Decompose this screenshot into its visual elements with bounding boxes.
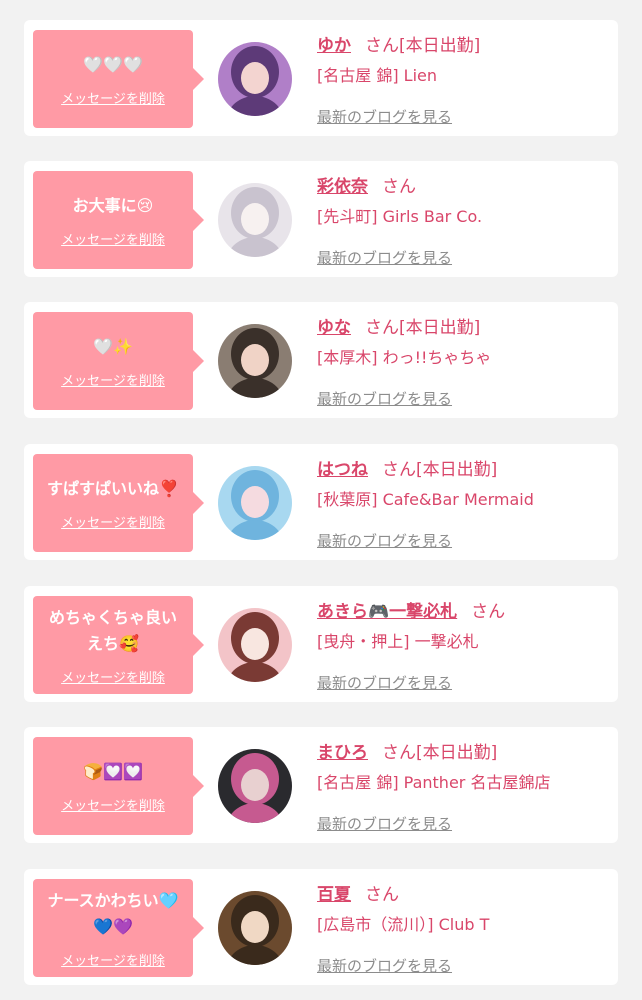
delete-message-link[interactable]: メッセージを削除 bbox=[61, 950, 165, 969]
honorific: さん bbox=[365, 36, 399, 56]
cast-info: まひろ さん[本日出勤] [名古屋 錦] Panther 名古屋錦店 最新のブログ… bbox=[317, 739, 613, 833]
avatar[interactable] bbox=[218, 42, 292, 116]
honorific: さん bbox=[382, 743, 416, 763]
message-card: すぱすぱいいね❣️ メッセージを削除 はつね さん[本日出勤] [秋葉原] Caf… bbox=[24, 444, 618, 560]
shop-text: [先斗町] Girls Bar Co. bbox=[317, 207, 483, 226]
message-text: 🤍✨ bbox=[93, 336, 133, 356]
message-bubble: 🍞💟💟 メッセージを削除 bbox=[33, 737, 204, 835]
cast-info: 百夏 さん [広島市（流川）] Club T 最新のブログを見る bbox=[317, 881, 613, 975]
cast-name-link[interactable]: まひろ bbox=[317, 743, 368, 763]
avatar[interactable] bbox=[218, 608, 292, 682]
cast-info: ゆか さん[本日出勤] [名古屋 錦] Lien 最新のブログを見る bbox=[317, 32, 613, 126]
message-text: めちゃくちゃ良い えち🥰 bbox=[48, 607, 177, 653]
status-text: [本日出勤] bbox=[416, 743, 498, 763]
message-bubble: すぱすぱいいね❣️ メッセージを削除 bbox=[33, 454, 204, 552]
latest-blog-link[interactable]: 最新のブログを見る bbox=[317, 106, 452, 127]
avatar[interactable] bbox=[218, 466, 292, 540]
message-text: お大事に😢 bbox=[72, 195, 154, 215]
message-card: お大事に😢 メッセージを削除 彩依奈 さん [先斗町] Girls Bar Co.… bbox=[24, 161, 618, 277]
latest-blog-link[interactable]: 最新のブログを見る bbox=[317, 813, 452, 834]
shop-text: [広島市（流川）] Club T bbox=[317, 915, 490, 934]
avatar[interactable] bbox=[218, 183, 292, 257]
cast-name-link[interactable]: ゆな bbox=[317, 318, 351, 338]
shop-text: [本厚木] わっ!!ちゃちゃ bbox=[317, 348, 492, 367]
honorific: さん bbox=[382, 460, 416, 480]
cast-name-link[interactable]: ゆか bbox=[317, 36, 351, 56]
honorific: さん bbox=[471, 602, 506, 622]
avatar[interactable] bbox=[218, 749, 292, 823]
cast-info: あきら🎮一撃必札 さん [曳舟・押上] 一撃必札 最新のブログを見る bbox=[317, 598, 613, 692]
message-text: 🤍🤍🤍 bbox=[83, 54, 143, 74]
cast-info: ゆな さん[本日出勤] [本厚木] わっ!!ちゃちゃ 最新のブログを見る bbox=[317, 314, 613, 408]
delete-message-link[interactable]: メッセージを削除 bbox=[61, 370, 165, 389]
cast-info: はつね さん[本日出勤] [秋葉原] Cafe&Bar Mermaid 最新のブロ… bbox=[317, 456, 613, 550]
honorific: さん bbox=[365, 318, 399, 338]
latest-blog-link[interactable]: 最新のブログを見る bbox=[317, 955, 452, 976]
message-text: 🍞💟💟 bbox=[83, 761, 143, 781]
shop-text: [名古屋 錦] Panther 名古屋錦店 bbox=[317, 773, 551, 792]
shop-text: [名古屋 錦] Lien bbox=[317, 66, 438, 85]
avatar[interactable] bbox=[218, 891, 292, 965]
message-bubble: ナースかわちい🩵 💙💜 メッセージを削除 bbox=[33, 879, 204, 977]
latest-blog-link[interactable]: 最新のブログを見る bbox=[317, 672, 452, 693]
honorific: さん bbox=[365, 885, 399, 905]
delete-message-link[interactable]: メッセージを削除 bbox=[61, 667, 165, 686]
delete-message-link[interactable]: メッセージを削除 bbox=[61, 88, 165, 107]
message-card: 🍞💟💟 メッセージを削除 まひろ さん[本日出勤] [名古屋 錦] Panther… bbox=[24, 727, 618, 843]
message-card: ナースかわちい🩵 💙💜 メッセージを削除 百夏 さん [広島市（流川）] Club… bbox=[24, 869, 618, 985]
cast-name-link[interactable]: あきら🎮一撃必札 bbox=[317, 602, 457, 622]
delete-message-link[interactable]: メッセージを削除 bbox=[61, 795, 165, 814]
latest-blog-link[interactable]: 最新のブログを見る bbox=[317, 388, 452, 409]
shop-text: [秋葉原] Cafe&Bar Mermaid bbox=[317, 490, 534, 509]
cast-name-link[interactable]: 彩依奈 bbox=[317, 177, 368, 197]
message-bubble: お大事に😢 メッセージを削除 bbox=[33, 171, 204, 269]
status-text: [本日出勤] bbox=[399, 318, 481, 338]
message-text: ナースかわちい🩵 💙💜 bbox=[47, 890, 179, 936]
message-text: すぱすぱいいね❣️ bbox=[47, 478, 179, 498]
status-text: [本日出勤] bbox=[399, 36, 481, 56]
shop-text: [曳舟・押上] 一撃必札 bbox=[317, 632, 479, 651]
message-bubble: 🤍🤍🤍 メッセージを削除 bbox=[33, 30, 204, 128]
cast-name-link[interactable]: はつね bbox=[317, 460, 368, 480]
delete-message-link[interactable]: メッセージを削除 bbox=[61, 512, 165, 531]
delete-message-link[interactable]: メッセージを削除 bbox=[61, 229, 165, 248]
message-card: めちゃくちゃ良い えち🥰 メッセージを削除 あきら🎮一撃必札 さん [曳舟・押上]… bbox=[24, 586, 618, 702]
message-card: 🤍✨ メッセージを削除 ゆな さん[本日出勤] [本厚木] わっ!!ちゃちゃ 最新… bbox=[24, 302, 618, 418]
cast-info: 彩依奈 さん [先斗町] Girls Bar Co. 最新のブログを見る bbox=[317, 173, 613, 267]
message-card: 🤍🤍🤍 メッセージを削除 ゆか さん[本日出勤] [名古屋 錦] Lien 最新の… bbox=[24, 20, 618, 136]
latest-blog-link[interactable]: 最新のブログを見る bbox=[317, 530, 452, 551]
honorific: さん bbox=[382, 177, 416, 197]
message-bubble: 🤍✨ メッセージを削除 bbox=[33, 312, 204, 410]
message-bubble: めちゃくちゃ良い えち🥰 メッセージを削除 bbox=[33, 596, 204, 694]
avatar[interactable] bbox=[218, 324, 292, 398]
latest-blog-link[interactable]: 最新のブログを見る bbox=[317, 247, 452, 268]
cast-name-link[interactable]: 百夏 bbox=[317, 885, 351, 905]
status-text: [本日出勤] bbox=[416, 460, 498, 480]
